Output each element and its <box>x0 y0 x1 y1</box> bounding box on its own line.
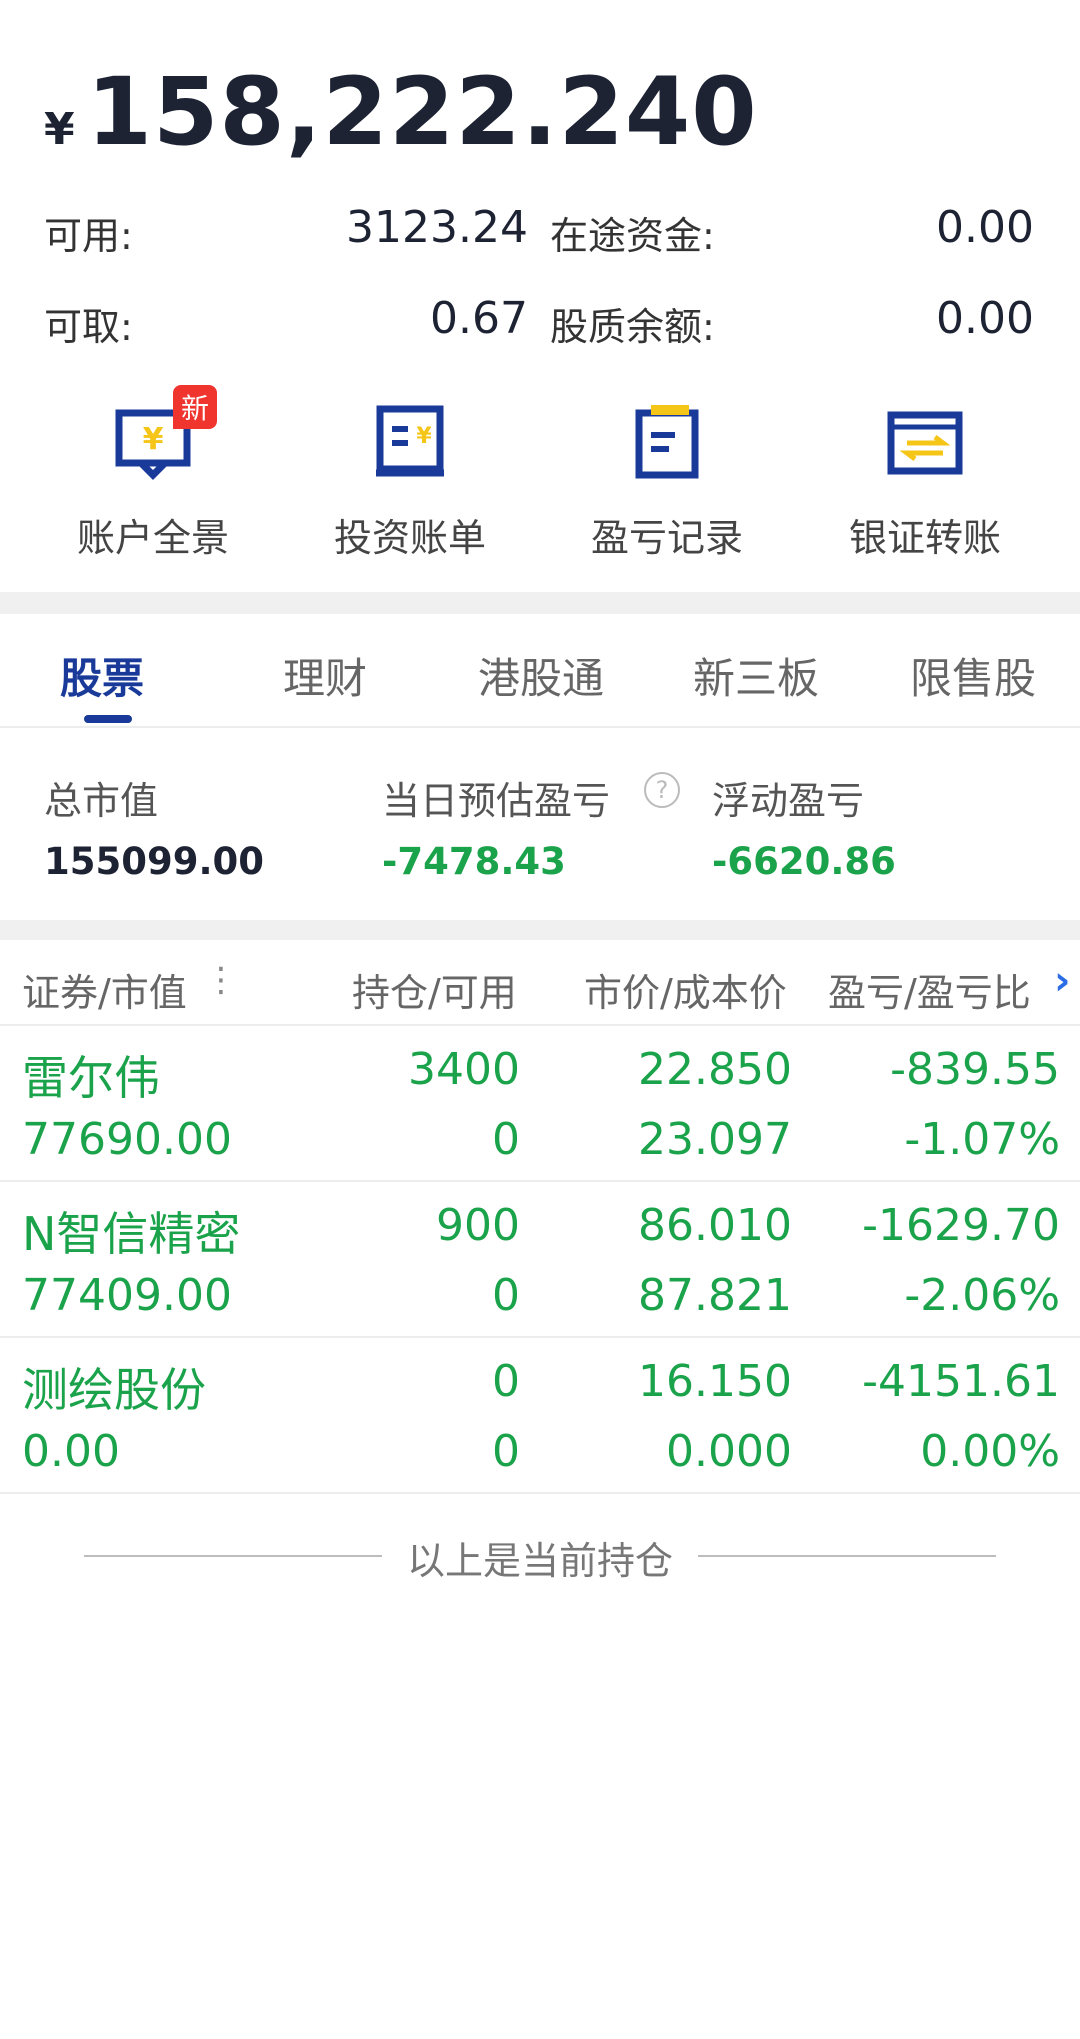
svg-text:¥: ¥ <box>143 422 164 457</box>
pnl: -1629.70 <box>862 1200 1060 1251</box>
profit-record-label: 盈亏记录 <box>590 516 743 560</box>
investment-bill-label: 投资账单 <box>333 516 486 560</box>
table-row[interactable]: 测绘股份 0.00 0 0 16.150 0.000 -4151.61 0.00… <box>0 1338 1080 1494</box>
total-assets-value: 158,222.240 <box>86 58 758 167</box>
section-gap <box>0 920 1080 940</box>
stock-value: 77409.00 <box>22 1270 232 1321</box>
pnl-ratio: 0.00% <box>920 1426 1060 1477</box>
investment-bill-icon: ¥ <box>376 405 444 477</box>
account-overview-label: 账户全景 <box>76 516 229 560</box>
withdrawable-value: 0.67 <box>430 293 528 344</box>
asset-tabs: 股票 理财 港股通 新三板 限售股 <box>0 615 1080 725</box>
quick-actions: ¥ 新 账户全景 ¥ 投资账单 盈亏记录 银证转账 <box>0 385 1080 565</box>
profit-record-button[interactable]: 盈亏记录 <box>537 395 797 565</box>
divider <box>0 726 1080 728</box>
col-position: 持仓/可用 <box>352 971 517 1015</box>
available-label: 可用: <box>44 214 133 258</box>
daily-pnl-value: -7478.43 <box>382 840 566 883</box>
available: 0 <box>492 1270 520 1321</box>
column-menu-icon[interactable]: ⋮ <box>204 960 238 1000</box>
help-icon[interactable]: ? <box>644 772 680 808</box>
profit-record-icon <box>635 405 699 479</box>
active-tab-indicator <box>84 715 132 723</box>
cost: 0.000 <box>666 1426 792 1477</box>
account-overview-button[interactable]: ¥ 新 账户全景 <box>23 385 283 565</box>
stock-name: N智信精密 <box>22 1207 241 1261</box>
daily-pnl-label: 当日预估盈亏 <box>382 779 611 823</box>
col-security[interactable]: 证券/市值 <box>22 962 187 1017</box>
position: 3400 <box>408 1044 520 1095</box>
position: 900 <box>436 1200 520 1251</box>
cost: 23.097 <box>638 1114 792 1165</box>
holdings-end-text: 以上是当前持仓 <box>406 1539 673 1583</box>
stock-value: 0.00 <box>22 1426 120 1477</box>
col-price: 市价/成本价 <box>584 971 787 1015</box>
chevron-right-icon[interactable]: › <box>1054 958 1070 1004</box>
market-value-label: 总市值 <box>44 779 159 823</box>
tab-wealth[interactable]: 理财 <box>283 645 367 706</box>
col-pnl: 盈亏/盈亏比 <box>828 971 1031 1015</box>
tab-neeq[interactable]: 新三板 <box>693 645 819 706</box>
pnl-ratio: -1.07% <box>904 1114 1060 1165</box>
tab-stocks[interactable]: 股票 <box>60 645 144 706</box>
holdings-table-header: 证券/市值 ⋮ 持仓/可用 市价/成本价 盈亏/盈亏比 › <box>0 940 1080 1024</box>
price: 86.010 <box>638 1200 792 1251</box>
svg-text:¥: ¥ <box>416 424 432 449</box>
pledge-label: 股质余额: <box>550 305 715 349</box>
stock-name: 雷尔伟 <box>22 1051 160 1105</box>
price: 16.150 <box>638 1356 792 1407</box>
available-value: 3123.24 <box>346 202 528 253</box>
table-row[interactable]: N智信精密 77409.00 900 0 86.010 87.821 -1629… <box>0 1182 1080 1338</box>
tab-hk-connect[interactable]: 港股通 <box>478 645 604 706</box>
investment-bill-button[interactable]: ¥ 投资账单 <box>280 395 540 565</box>
stock-value: 77690.00 <box>22 1114 232 1165</box>
floating-pnl-value: -6620.86 <box>712 840 896 883</box>
pnl: -4151.61 <box>862 1356 1060 1407</box>
available: 0 <box>492 1114 520 1165</box>
in-transit-label: 在途资金: <box>550 214 715 258</box>
available: 0 <box>492 1426 520 1477</box>
footer-divider-right <box>698 1555 996 1557</box>
currency-symbol: ¥ <box>44 104 75 155</box>
cost: 87.821 <box>638 1270 792 1321</box>
withdrawable-label: 可取: <box>44 305 133 349</box>
floating-pnl-label: 浮动盈亏 <box>712 779 865 823</box>
position: 0 <box>492 1356 520 1407</box>
tab-restricted[interactable]: 限售股 <box>910 645 1036 706</box>
new-badge: 新 <box>173 385 218 429</box>
pnl-ratio: -2.06% <box>904 1270 1060 1321</box>
divider <box>0 1492 1080 1494</box>
bank-transfer-icon <box>887 411 963 475</box>
pledge-value: 0.00 <box>936 293 1034 344</box>
table-row[interactable]: 雷尔伟 77690.00 3400 0 22.850 23.097 -839.5… <box>0 1026 1080 1182</box>
bank-transfer-button[interactable]: 银证转账 <box>795 395 1055 565</box>
stock-name: 测绘股份 <box>22 1363 206 1417</box>
market-value: 155099.00 <box>44 840 265 883</box>
in-transit-value: 0.00 <box>936 202 1034 253</box>
pnl: -839.55 <box>890 1044 1060 1095</box>
total-assets: ¥ 158,222.240 <box>44 58 758 167</box>
price: 22.850 <box>638 1044 792 1095</box>
bank-transfer-label: 银证转账 <box>848 516 1001 560</box>
section-gap <box>0 592 1080 614</box>
